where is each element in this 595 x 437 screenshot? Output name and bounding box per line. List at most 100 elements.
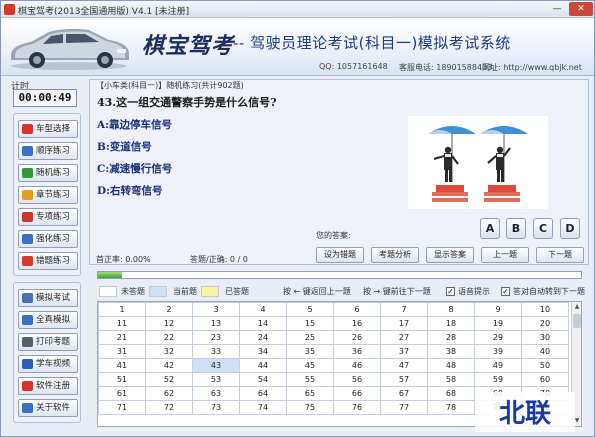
answer-a-button[interactable]: A <box>480 218 500 239</box>
previous-question-button[interactable]: 上一题 <box>481 247 529 263</box>
question-cell[interactable]: 15 <box>286 316 334 331</box>
voice-prompt-checkbox[interactable]: ✓ <box>446 287 455 296</box>
question-cell[interactable]: 65 <box>286 386 334 401</box>
question-cell[interactable]: 18 <box>427 316 475 331</box>
question-cell[interactable]: 19 <box>474 316 522 331</box>
question-cell[interactable]: 64 <box>239 386 287 401</box>
question-cell[interactable]: 37 <box>380 344 428 359</box>
question-cell[interactable]: 20 <box>521 316 569 331</box>
auto-next-checkbox[interactable]: ✓ <box>501 287 510 296</box>
question-cell[interactable]: 2 <box>145 302 193 317</box>
question-cell[interactable]: 63 <box>192 386 240 401</box>
question-cell[interactable]: 60 <box>521 372 569 387</box>
vehicle-type-button[interactable]: 车型选择 <box>18 120 78 138</box>
option-d[interactable]: D:右转弯信号 <box>97 183 162 198</box>
question-cell[interactable]: 48 <box>427 358 475 373</box>
minimize-button[interactable]: — <box>548 2 566 16</box>
question-cell[interactable]: 7 <box>380 302 428 317</box>
question-cell[interactable]: 10 <box>521 302 569 317</box>
question-cell[interactable]: 30 <box>521 330 569 345</box>
question-cell[interactable]: 76 <box>333 400 381 415</box>
question-cell[interactable]: 26 <box>333 330 381 345</box>
question-analysis-button[interactable]: 考题分析 <box>371 247 419 263</box>
scroll-thumb[interactable] <box>573 314 581 328</box>
question-cell[interactable]: 29 <box>474 330 522 345</box>
driving-video-button[interactable]: 学车视频 <box>18 355 78 373</box>
question-cell[interactable]: 66 <box>333 386 381 401</box>
question-cell[interactable]: 73 <box>192 400 240 415</box>
question-cell[interactable]: 52 <box>145 372 193 387</box>
question-cell[interactable]: 14 <box>239 316 287 331</box>
question-cell[interactable]: 62 <box>145 386 193 401</box>
question-cell[interactable]: 74 <box>239 400 287 415</box>
question-cell[interactable]: 57 <box>380 372 428 387</box>
about-software-button[interactable]: 关于软件 <box>18 399 78 417</box>
question-cell[interactable]: 42 <box>145 358 193 373</box>
option-a[interactable]: A:靠边停车信号 <box>97 117 172 132</box>
question-cell[interactable]: 71 <box>98 400 146 415</box>
question-cell[interactable]: 41 <box>98 358 146 373</box>
sequential-practice-button[interactable]: 顺序练习 <box>18 142 78 160</box>
option-b[interactable]: B:变道信号 <box>97 139 152 154</box>
question-cell[interactable]: 32 <box>145 344 193 359</box>
software-register-button[interactable]: 软件注册 <box>18 377 78 395</box>
question-cell[interactable]: 47 <box>380 358 428 373</box>
question-cell[interactable]: 13 <box>192 316 240 331</box>
question-cell[interactable]: 9 <box>474 302 522 317</box>
question-cell[interactable]: 40 <box>521 344 569 359</box>
mock-exam-button[interactable]: 模拟考试 <box>18 289 78 307</box>
question-cell[interactable]: 8 <box>427 302 475 317</box>
random-practice-button[interactable]: 随机练习 <box>18 164 78 182</box>
question-cell[interactable]: 23 <box>192 330 240 345</box>
question-cell[interactable]: 28 <box>427 330 475 345</box>
question-cell[interactable]: 61 <box>98 386 146 401</box>
question-cell[interactable]: 5 <box>286 302 334 317</box>
question-cell[interactable]: 34 <box>239 344 287 359</box>
question-cell[interactable]: 77 <box>380 400 428 415</box>
wrong-questions-button[interactable]: 错题练习 <box>18 252 78 270</box>
question-cell[interactable]: 54 <box>239 372 287 387</box>
option-c[interactable]: C:减速慢行信号 <box>97 161 172 176</box>
question-cell[interactable]: 56 <box>333 372 381 387</box>
question-cell[interactable]: 75 <box>286 400 334 415</box>
question-cell[interactable]: 11 <box>98 316 146 331</box>
question-cell[interactable]: 25 <box>286 330 334 345</box>
question-cell[interactable]: 53 <box>192 372 240 387</box>
answer-b-button[interactable]: B <box>506 218 526 239</box>
question-cell[interactable]: 27 <box>380 330 428 345</box>
question-cell[interactable]: 38 <box>427 344 475 359</box>
question-cell[interactable]: 6 <box>333 302 381 317</box>
full-simulation-button[interactable]: 全真模拟 <box>18 311 78 329</box>
answer-c-button[interactable]: C <box>533 218 553 239</box>
question-cell[interactable]: 35 <box>286 344 334 359</box>
question-cell[interactable]: 49 <box>474 358 522 373</box>
print-questions-button[interactable]: 打印考题 <box>18 333 78 351</box>
chapter-practice-button[interactable]: 章节练习 <box>18 186 78 204</box>
question-cell[interactable]: 12 <box>145 316 193 331</box>
question-cell[interactable]: 33 <box>192 344 240 359</box>
question-cell[interactable]: 22 <box>145 330 193 345</box>
intensive-practice-button[interactable]: 强化练习 <box>18 230 78 248</box>
next-question-button[interactable]: 下一题 <box>536 247 584 263</box>
question-cell[interactable]: 31 <box>98 344 146 359</box>
question-cell[interactable]: 67 <box>380 386 428 401</box>
question-cell[interactable]: 72 <box>145 400 193 415</box>
question-cell[interactable]: 39 <box>474 344 522 359</box>
question-cell[interactable]: 68 <box>427 386 475 401</box>
question-cell[interactable]: 17 <box>380 316 428 331</box>
mark-wrong-button[interactable]: 设为错题 <box>316 247 364 263</box>
question-cell[interactable]: 16 <box>333 316 381 331</box>
question-cell[interactable]: 46 <box>333 358 381 373</box>
show-answer-button[interactable]: 显示答案 <box>426 247 474 263</box>
question-cell[interactable]: 21 <box>98 330 146 345</box>
close-button[interactable]: ✕ <box>569 2 593 16</box>
question-cell[interactable]: 59 <box>474 372 522 387</box>
question-cell[interactable]: 58 <box>427 372 475 387</box>
answer-d-button[interactable]: D <box>560 218 580 239</box>
topic-practice-button[interactable]: 专项练习 <box>18 208 78 226</box>
scroll-up-arrow-icon[interactable]: ▲ <box>572 302 581 312</box>
question-cell[interactable]: 78 <box>427 400 475 415</box>
question-cell[interactable]: 4 <box>239 302 287 317</box>
question-cell[interactable]: 51 <box>98 372 146 387</box>
question-cell[interactable]: 1 <box>98 302 146 317</box>
